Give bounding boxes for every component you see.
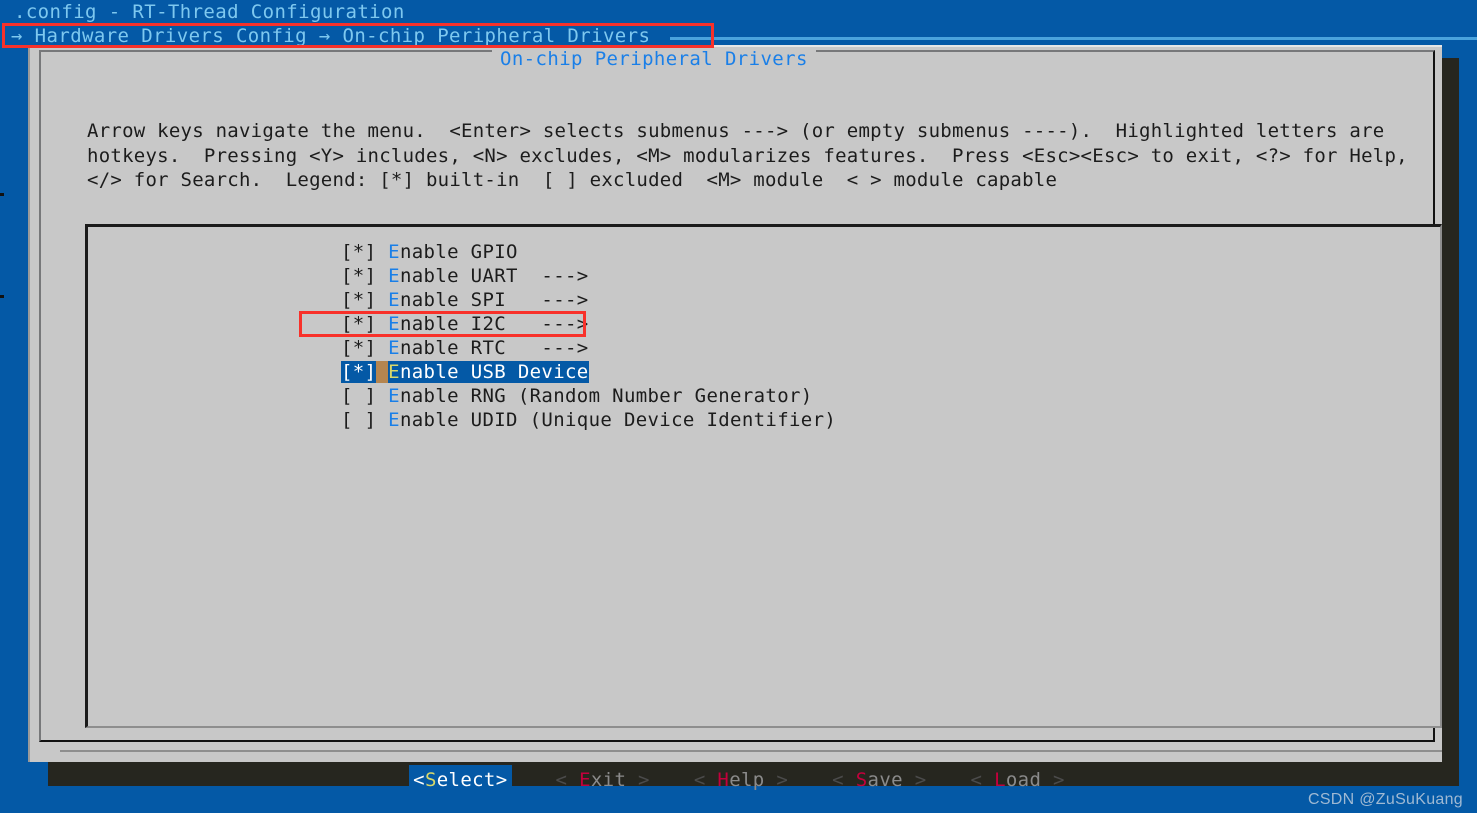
bracket-close: >	[626, 769, 650, 791]
help-line-1: Arrow keys navigate the menu. <Enter> se…	[87, 120, 1385, 142]
bracket-close: >	[1041, 769, 1065, 791]
menu-item-label: nable SPI	[399, 289, 507, 311]
bracket-open: <	[413, 769, 425, 791]
hotkey-letter: E	[388, 409, 400, 431]
bracket-open: <	[555, 769, 580, 791]
menu-item-1[interactable]: [*] Enable UART --->	[341, 264, 941, 288]
button-label: elp	[729, 769, 765, 791]
help-button[interactable]: < Help >	[694, 766, 788, 794]
edge-tick	[0, 295, 4, 298]
hotkey-letter: E	[388, 289, 400, 311]
menu-item-label: nable UART	[399, 265, 518, 287]
menu-item-checkbox: [*]	[341, 337, 389, 359]
exit-button[interactable]: < Exit >	[556, 766, 650, 794]
submenu-arrow: --->	[517, 265, 589, 287]
help-text: Arrow keys navigate the menu. <Enter> se…	[87, 119, 1457, 193]
breadcrumb: → Hardware Drivers Config → On-chip Peri…	[11, 25, 651, 47]
button-label: ave	[867, 769, 903, 791]
help-line-2: hotkeys. Pressing <Y> includes, <N> excl…	[87, 144, 1408, 167]
menu-item-label: nable I2C	[399, 313, 507, 335]
button-label: oad	[1005, 769, 1042, 791]
hotkey-letter: H	[717, 769, 730, 791]
cursor-block	[376, 361, 389, 383]
menu-item-checkbox: [ ]	[341, 385, 389, 407]
bracket-open: <	[693, 769, 718, 791]
button-bar: <Select> < Exit > < Help > < Save > < Load >	[30, 763, 1444, 797]
menu-item-7[interactable]: [ ] Enable UDID (Unique Device Identifie…	[341, 408, 941, 432]
hotkey-letter: L	[994, 769, 1006, 791]
menu-item-label: nable RNG (Random Number Generator)	[399, 385, 813, 407]
bracket-close: >	[764, 769, 789, 791]
menu-item-label: nable RTC	[399, 337, 507, 359]
bracket-open: <	[970, 769, 995, 791]
save-button[interactable]: < Save >	[832, 766, 926, 794]
bracket-open: <	[832, 769, 856, 791]
menu-item-label: nable GPIO	[399, 241, 518, 263]
menu-item-label: Enable USB Device	[388, 361, 589, 383]
bracket-close: >	[495, 769, 508, 791]
hotkey-letter: E	[579, 769, 591, 791]
watermark: CSDN @ZuSuKuang	[1307, 791, 1463, 808]
menu-item-checkbox: [*]	[341, 361, 377, 383]
hotkey-letter: E	[388, 385, 400, 407]
window-title: .config - RT-Thread Configuration	[14, 1, 405, 23]
submenu-arrow: --->	[506, 289, 589, 311]
select-button[interactable]: <Select>	[409, 765, 512, 795]
submenu-arrow: --->	[506, 313, 589, 335]
menu-item-5[interactable]: [*] Enable USB Device	[341, 360, 941, 384]
menu-item-2[interactable]: [*] Enable SPI --->	[341, 288, 941, 312]
hotkey-letter: E	[388, 337, 400, 359]
button-label: xit	[590, 769, 627, 791]
hotkey-letter: S	[424, 769, 437, 791]
load-button[interactable]: < Load >	[971, 766, 1065, 794]
breadcrumb-rule	[670, 37, 1477, 40]
menu-item-3[interactable]: [*] Enable I2C --->	[341, 312, 941, 336]
frame-title: On-chip Peripheral Drivers	[492, 48, 816, 70]
menu-item-6[interactable]: [ ] Enable RNG (Random Number Generator)	[341, 384, 941, 408]
menu-item-checkbox: [*]	[341, 313, 389, 335]
edge-tick	[0, 193, 4, 196]
help-line-3: </> for Search. Legend: [*] built-in [ ]…	[87, 169, 1058, 191]
menu-list-box[interactable]: [*] Enable GPIO [*] Enable UART ---> [*] E…	[85, 224, 1442, 728]
hotkey-letter: E	[388, 313, 400, 335]
menu-item-label: nable UDID (Unique Device Identifier)	[399, 409, 837, 431]
hotkey-letter: E	[388, 265, 400, 287]
hotkey-letter: S	[855, 769, 868, 791]
hotkey-letter: E	[388, 241, 400, 263]
bracket-close: >	[902, 769, 927, 791]
button-label: elect	[436, 769, 496, 791]
submenu-arrow: --->	[506, 337, 589, 359]
menu-item-checkbox: [ ]	[341, 409, 389, 431]
menu-item-4[interactable]: [*] Enable RTC --->	[341, 336, 941, 360]
menu-item-checkbox: [*]	[341, 241, 389, 263]
config-dialog: Arrow keys navigate the menu. <Enter> se…	[28, 45, 1442, 795]
menu-item-checkbox: [*]	[341, 289, 389, 311]
hotkey-letter: E	[388, 361, 400, 383]
menu-item-checkbox: [*]	[341, 265, 389, 287]
button-separator	[60, 750, 1442, 752]
menu-items-container: [*] Enable GPIO [*] Enable UART ---> [*] E…	[341, 240, 941, 432]
screen: .config - RT-Thread Configuration → Hard…	[0, 0, 1477, 813]
menu-item-0[interactable]: [*] Enable GPIO	[341, 240, 941, 264]
